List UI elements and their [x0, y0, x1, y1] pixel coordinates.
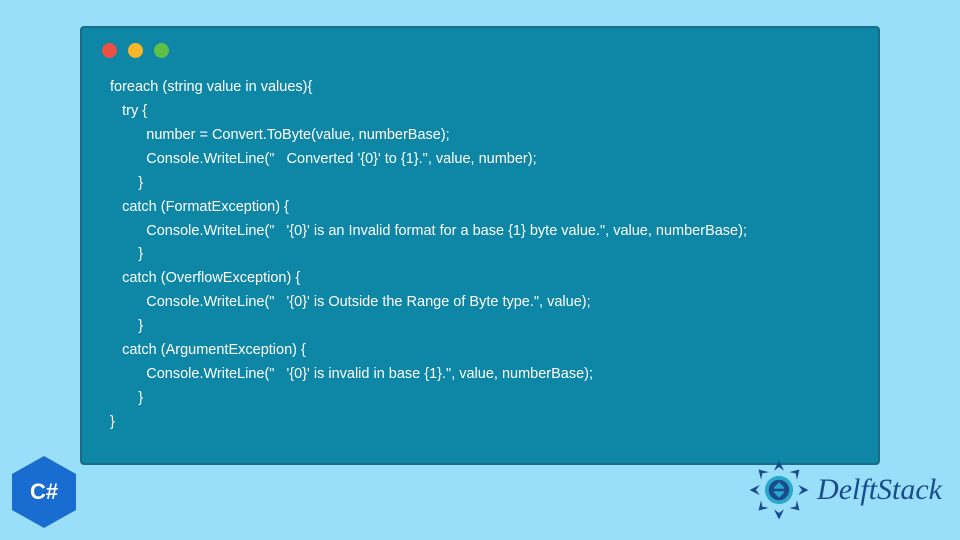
csharp-badge: C#	[12, 456, 76, 528]
window-dot-close	[102, 43, 117, 58]
brand-mark-icon	[747, 458, 811, 522]
code-body: foreach (string value in values){ try { …	[82, 66, 878, 445]
csharp-label: C#	[30, 479, 58, 505]
brand-name: DelftStack	[817, 473, 942, 507]
window-dot-maximize	[154, 43, 169, 58]
window-controls	[82, 28, 878, 66]
window-dot-minimize	[128, 43, 143, 58]
brand-logo: DelftStack	[747, 458, 942, 522]
code-window: foreach (string value in values){ try { …	[80, 26, 880, 465]
csharp-hex-icon: C#	[12, 456, 76, 528]
